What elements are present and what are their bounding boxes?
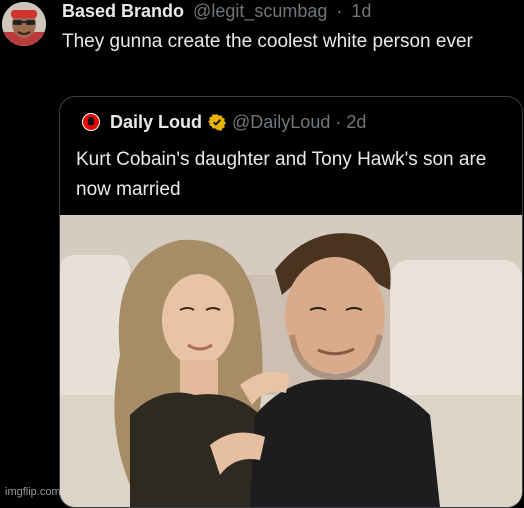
tweet[interactable]: Based Brando @legit_scumbag · 1d They gu… <box>0 0 524 508</box>
quoted-tweet-text: Kurt Cobain's daughter and Tony Hawk's s… <box>76 149 487 200</box>
author-name[interactable]: Based Brando <box>62 1 184 21</box>
tweet-header: Based Brando @legit_scumbag · 1d <box>62 0 371 22</box>
quoted-author-handle[interactable]: @DailyLoud <box>232 112 330 132</box>
avatar[interactable] <box>2 2 46 46</box>
tweet-text: They gunna create the coolest white pers… <box>62 31 473 52</box>
couple-photo[interactable] <box>60 215 522 507</box>
quoted-tweet-header: Daily Loud @DailyLoud · 2d <box>82 111 366 133</box>
quoted-author-name[interactable]: Daily Loud <box>110 112 202 132</box>
avatar-image <box>2 2 46 46</box>
tweet-time[interactable]: 1d <box>351 1 371 21</box>
imgflip-watermark: imgflip.com <box>5 486 61 498</box>
verified-badge-icon <box>208 113 226 131</box>
dot-separator: · <box>336 1 343 21</box>
daily-loud-logo-icon[interactable] <box>82 113 100 131</box>
author-handle[interactable]: @legit_scumbag <box>193 1 327 21</box>
quoted-tweet-time[interactable]: 2d <box>346 112 366 132</box>
quoted-tweet[interactable]: Daily Loud @DailyLoud · 2d Kurt Cobain's … <box>59 96 523 508</box>
quoted-dot-separator: · <box>335 112 342 132</box>
